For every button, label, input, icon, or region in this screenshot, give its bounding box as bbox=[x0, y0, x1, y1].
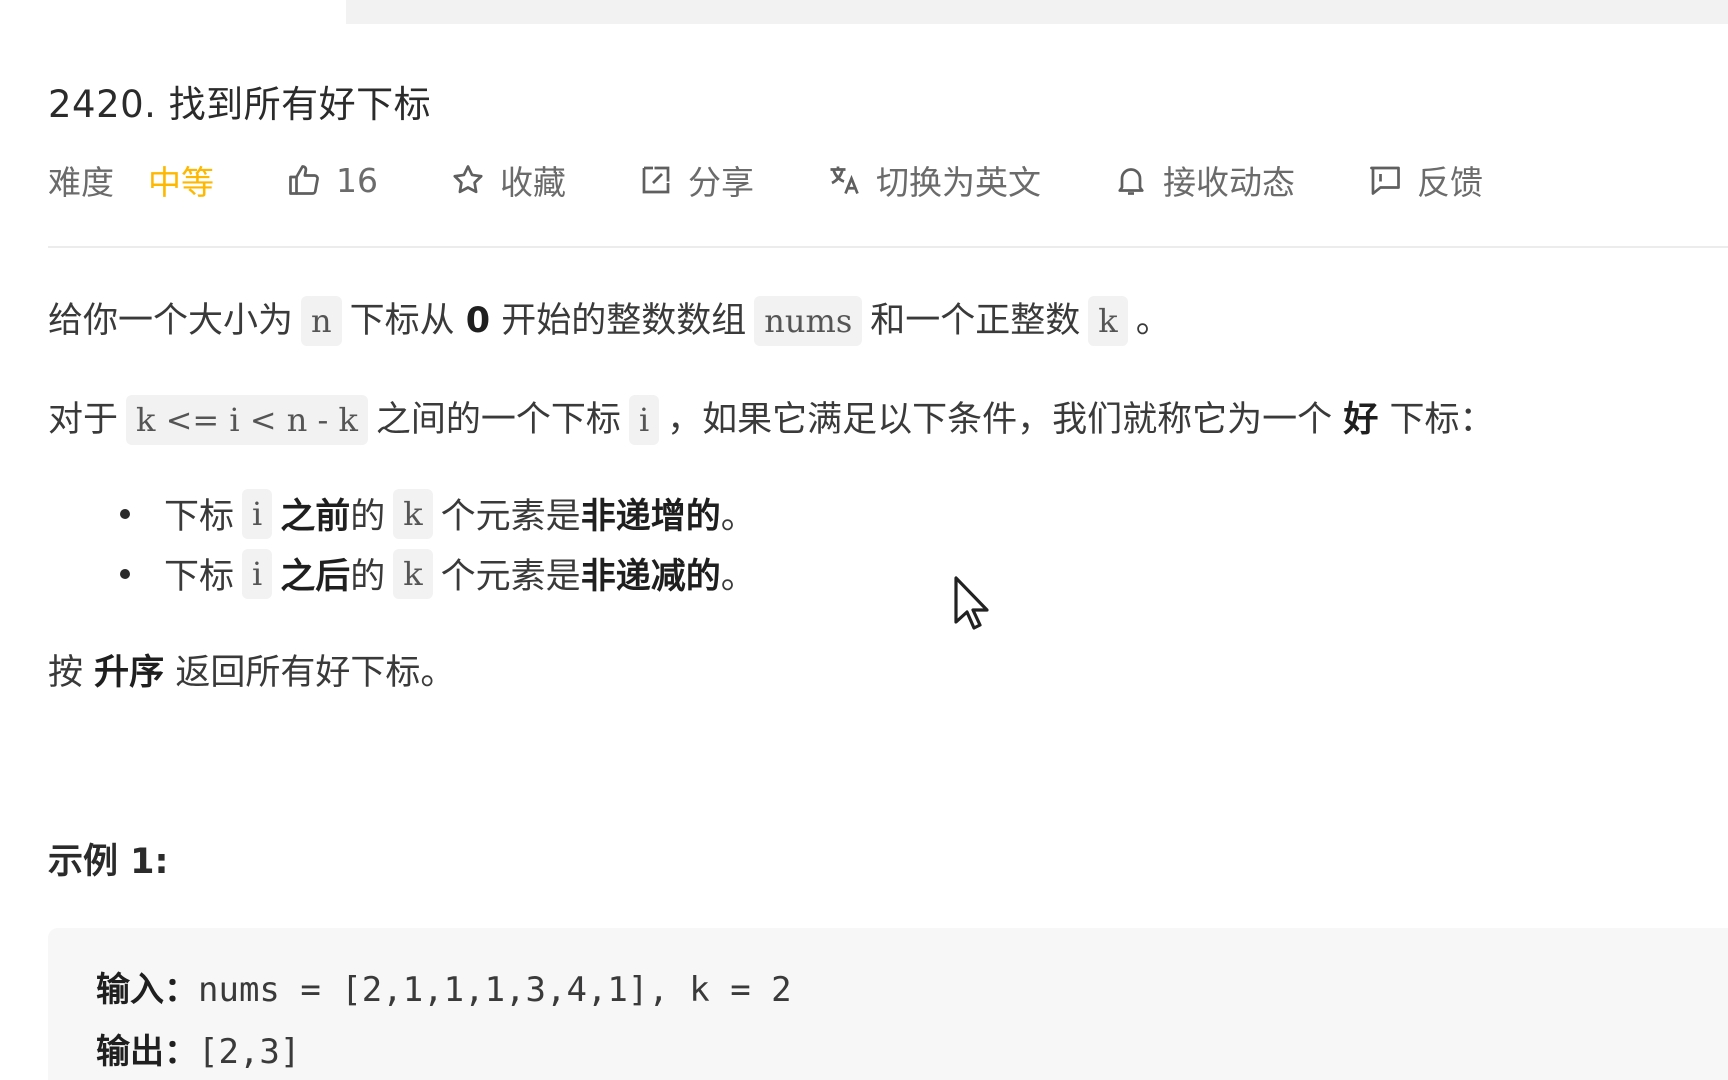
divider bbox=[48, 246, 1728, 248]
inline-code: nums bbox=[754, 296, 863, 346]
list-item: 下标 i 之前 的 k 个元素是 非递增的。 bbox=[120, 488, 756, 539]
inline-code: i bbox=[242, 548, 273, 599]
example-heading: 示例 1: bbox=[48, 842, 169, 882]
example-output-line: 输出：[2,3] bbox=[96, 1024, 300, 1073]
example-output-value: [2,3] bbox=[198, 1032, 301, 1072]
description-paragraph-3: 按 升序 返回所有好下标。 bbox=[48, 653, 456, 693]
switch-language-label: 切换为英文 bbox=[876, 163, 1041, 202]
subscribe-label: 接收动态 bbox=[1163, 163, 1295, 202]
inline-code: n bbox=[301, 296, 342, 346]
favorite-label: 收藏 bbox=[500, 163, 566, 202]
share-button[interactable]: 分享 bbox=[638, 156, 754, 204]
top-search-bar-area[interactable] bbox=[346, 0, 1728, 24]
favorite-button[interactable]: 收藏 bbox=[450, 156, 566, 204]
subscribe-button[interactable]: 接收动态 bbox=[1113, 156, 1295, 204]
example-input-label: 输入： bbox=[96, 970, 198, 1010]
share-label: 分享 bbox=[688, 163, 754, 202]
star-icon bbox=[450, 162, 486, 198]
feedback-icon bbox=[1367, 162, 1403, 198]
thumbs-up-icon bbox=[286, 162, 322, 198]
difficulty-value: 中等 bbox=[148, 163, 214, 202]
inline-code: k bbox=[393, 488, 433, 539]
problem-page: 2420. 找到所有好下标 难度 中等 16 收藏 分享 切换为英文 接收动态 … bbox=[0, 0, 1728, 1080]
description-paragraph-1: 给你一个大小为 n 下标从 0 开始的整数数组 nums 和一个正整数 k。 bbox=[48, 292, 1171, 346]
inline-code: k bbox=[393, 548, 433, 599]
bullet-dot bbox=[120, 568, 130, 579]
bell-icon bbox=[1113, 162, 1149, 198]
example-input-value: nums = [2,1,1,1,3,4,1], k = 2 bbox=[198, 970, 792, 1010]
inline-code: k bbox=[1088, 296, 1128, 346]
translate-icon bbox=[826, 162, 862, 198]
inline-code: i bbox=[628, 395, 660, 445]
example-input-line: 输入：nums = [2,1,1,1,3,4,1], k = 2 bbox=[96, 962, 792, 1011]
feedback-label: 反馈 bbox=[1417, 163, 1483, 202]
problem-title: 2420. 找到所有好下标 bbox=[48, 83, 432, 126]
problem-meta-toolbar: 难度 中等 16 收藏 分享 切换为英文 接收动态 反馈 bbox=[48, 156, 1483, 204]
difficulty: 难度 中等 bbox=[48, 156, 214, 204]
example-output-label: 输出： bbox=[96, 1032, 198, 1072]
share-icon bbox=[638, 162, 674, 198]
switch-language-button[interactable]: 切换为英文 bbox=[826, 156, 1041, 204]
difficulty-label: 难度 bbox=[48, 163, 114, 202]
like-button[interactable]: 16 bbox=[286, 161, 378, 200]
inline-code: k <= i < n - k bbox=[126, 395, 368, 445]
list-item: 下标 i 之后 的 k 个元素是 非递减的。 bbox=[120, 548, 756, 599]
feedback-button[interactable]: 反馈 bbox=[1367, 156, 1483, 204]
mouse-cursor-icon bbox=[952, 574, 992, 634]
like-count: 16 bbox=[336, 160, 378, 200]
inline-code: i bbox=[242, 488, 273, 539]
description-paragraph-2: 对于 k <= i < n - k 之间的一个下标 i ，如果它满足以下条件，我们就称它… bbox=[48, 391, 1495, 445]
bullet-dot bbox=[120, 508, 130, 519]
